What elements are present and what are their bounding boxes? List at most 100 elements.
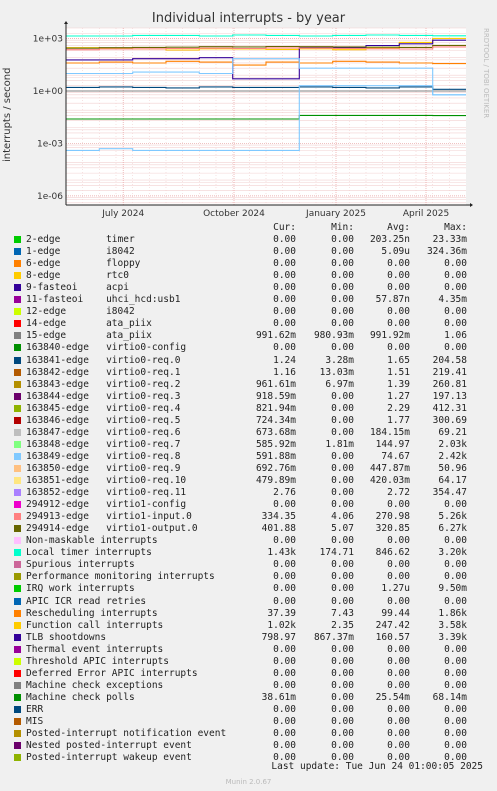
legend-row: Function call interrupts 1.02k 2.35 247.42 3…	[0, 620, 497, 632]
legend-label: Posted-interrupt notification event	[26, 728, 227, 740]
legend-cur-value: 0.00	[273, 716, 296, 727]
legend-min-value: 0.00	[331, 402, 354, 414]
legend-cur-value: 37.39	[267, 607, 296, 619]
legend-row: TLB shootdowns 798.97 867.37m 160.57 3.39k	[0, 632, 497, 644]
legend-swatch	[14, 464, 21, 472]
legend-label: Thermal event interrupts	[26, 643, 164, 655]
legend-max-value: 1.06	[444, 330, 467, 342]
legend-row: Performance monitoring interrupts 0.00 0.0…	[0, 571, 497, 583]
legend-swatch	[14, 416, 21, 424]
legend-swatch	[14, 272, 21, 280]
legend-label: APIC ICR read retries	[26, 595, 147, 607]
legend-cur-value: 38.61m	[261, 691, 296, 703]
legend-max-value: 3.20k	[438, 547, 467, 559]
legend-swatch	[14, 368, 21, 376]
legend-max-value: 0.00	[444, 306, 467, 318]
legend-max-value: 0.00	[444, 318, 467, 330]
legend-cur-value: 1.43k	[267, 547, 296, 559]
legend-label: 163847-edge virtio0-req.6	[26, 426, 181, 438]
legend-min-value: 174.71	[319, 547, 354, 559]
legend-swatch	[14, 296, 21, 304]
legend-row: Machine check polls 38.61m 0.00 25.54m 68.14…	[0, 692, 497, 704]
legend-max-value: 0.00	[444, 643, 467, 655]
x-tick-label: July 2024	[101, 209, 144, 219]
legend-cur-value: 0.00	[273, 740, 296, 752]
legend-swatch	[14, 561, 21, 569]
last-update: Last update: Tue Jun 24 01:00:05 2025	[271, 761, 483, 772]
legend-swatch	[14, 718, 21, 725]
legend-avg-value: 0.00	[387, 306, 410, 318]
legend-min-value: 0.00	[331, 499, 354, 511]
legend-swatch	[14, 380, 21, 388]
legend-max-value: 204.58	[432, 354, 467, 366]
legend-max-value: 324.36m	[426, 246, 467, 258]
legend-swatch	[14, 609, 21, 617]
col-header-cur: Cur:	[273, 222, 296, 233]
legend-min-value: 1.81m	[325, 438, 354, 450]
legend-label: 163848-edge virtio0-req.7	[26, 438, 181, 450]
legend-row: Thermal event interrupts 0.00 0.00 0.00 0.00	[0, 644, 497, 656]
legend-max-value: 0.00	[444, 499, 467, 511]
legend-label: Local timer interrupts	[26, 547, 152, 559]
legend-swatch	[14, 308, 21, 316]
legend-row: Posted-interrupt notification event 0.00 0…	[0, 728, 497, 740]
legend-max-value: 219.41	[432, 366, 467, 378]
legend-cur-value: 0.00	[273, 270, 296, 282]
legend-min-value: 0.00	[331, 258, 354, 270]
legend-swatch	[14, 501, 21, 509]
legend-max-value: 0.00	[444, 258, 467, 270]
legend-max-value: 1.86k	[438, 607, 467, 619]
legend-max-value: 64.17	[438, 475, 467, 486]
legend-max-value: 0.00	[444, 595, 467, 607]
legend-label: IRQ work interrupts	[26, 583, 135, 595]
legend-label: Machine check exceptions	[26, 679, 164, 691]
legend-min-value: 4.06	[331, 511, 354, 523]
legend-min-value: 0.00	[331, 703, 354, 715]
legend-avg-value: 0.00	[387, 559, 410, 571]
x-tick-label: April 2025	[403, 209, 449, 219]
legend-swatch	[14, 332, 21, 340]
legend-avg-value: 0.00	[387, 595, 410, 607]
legend-label: Non-maskable interrupts	[26, 535, 158, 547]
legend-cur-value: 0.00	[273, 294, 296, 306]
legend-min-value: 0.00	[331, 595, 354, 607]
legend-swatch	[14, 621, 21, 629]
legend-swatch	[14, 248, 21, 256]
legend-row: 163845-edge virtio0-req.4 821.94m 0.00 2.29…	[0, 403, 497, 415]
legend-label: 163840-edge virtio0-config	[26, 342, 187, 354]
legend-swatch	[14, 537, 21, 545]
legend-swatch	[14, 477, 21, 484]
legend-row: 2-edge timer 0.00 0.00 203.25n 23.33m	[0, 234, 497, 246]
legend-max-value: 50.96	[438, 462, 467, 474]
legend-cur-value: 0.00	[273, 655, 296, 667]
legend-row: 163843-edge virtio0-req.2 961.61m 6.97m 1.3…	[0, 379, 497, 391]
legend-avg-value: 0.00	[387, 679, 410, 691]
x-tick-label: October 2024	[203, 209, 265, 219]
legend-swatch	[14, 573, 21, 581]
x-axis-arrow	[470, 203, 473, 207]
legend-label: ERR	[26, 703, 44, 715]
legend-avg-value: 0.00	[387, 703, 410, 715]
legend-avg-value: 0.00	[387, 342, 410, 354]
legend-avg-value: 2.29	[387, 402, 410, 414]
legend-swatch	[14, 428, 21, 436]
legend-avg-value: 0.00	[387, 318, 410, 330]
legend-min-value: 0.00	[331, 342, 354, 354]
legend-max-value: 354.47	[432, 487, 467, 499]
legend-avg-value: 5.09u	[381, 246, 410, 258]
legend-min-value: 0.00	[331, 716, 354, 727]
legend-min-value: 980.93m	[313, 330, 354, 342]
legend-label: 163846-edge virtio0-req.5	[26, 414, 181, 426]
legend-cur-value: 0.00	[273, 667, 296, 679]
legend-avg-value: 247.42	[375, 619, 410, 631]
legend-label: 294912-edge virtio1-config	[26, 499, 187, 511]
legend-swatch	[14, 236, 21, 243]
munin-version: Munin 2.0.67	[225, 778, 272, 786]
legend-swatch	[14, 392, 21, 400]
legend-label: Deferred Error APIC interrupts	[26, 667, 198, 679]
legend-swatch	[14, 404, 21, 412]
legend-avg-value: 0.00	[387, 535, 410, 547]
legend-max-value: 5.26k	[438, 511, 467, 523]
legend-cur-value: 0.00	[273, 583, 296, 595]
legend-cur-value: 479.89m	[255, 475, 296, 486]
